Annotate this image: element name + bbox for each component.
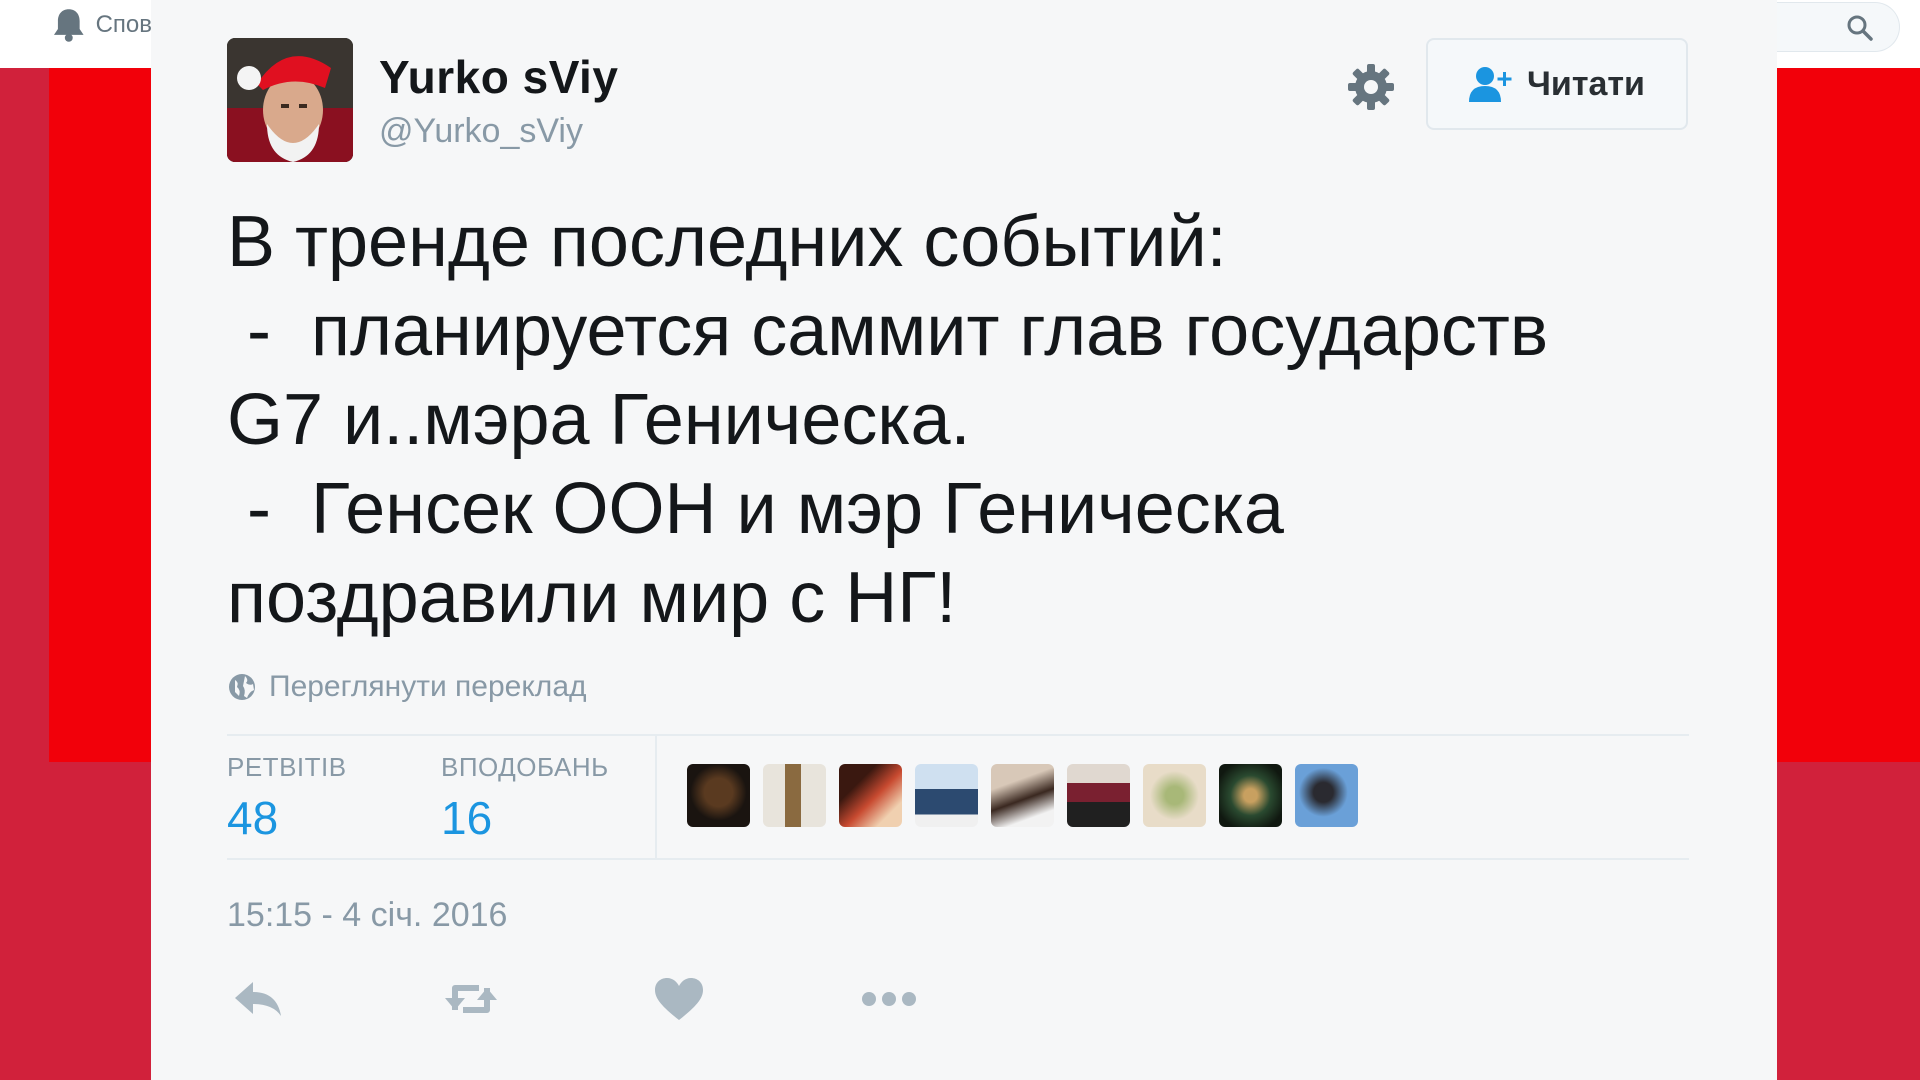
tweet-actions [231,974,951,1024]
likes-label: ВПОДОБАНЬ [441,752,609,782]
user-avatar[interactable] [227,38,353,162]
retweet-icon[interactable] [443,974,499,1024]
liker-avatar[interactable] [1295,764,1358,827]
likes-count: 16 [441,792,493,844]
background-banner-left-lower [49,762,151,1080]
view-translation-label: Переглянути переклад [269,670,587,703]
liker-avatar[interactable] [1143,764,1206,827]
follow-button[interactable]: Читати [1426,38,1688,130]
avatar-image [227,38,353,162]
notifications-nav-item[interactable]: Спов [52,8,152,42]
liker-avatar[interactable] [763,764,826,827]
liker-avatar[interactable] [687,764,750,827]
likes-stat[interactable]: ВПОДОБАНЬ 16 [441,752,609,845]
liker-avatar[interactable] [839,764,902,827]
liker-avatar[interactable] [915,764,978,827]
retweets-count: 48 [227,792,279,844]
bell-icon [53,9,84,42]
background-banner-right [1777,68,1920,762]
follow-button-label: Читати [1527,64,1645,103]
background-banner-left [49,68,151,762]
heart-icon[interactable] [651,974,707,1024]
search-box[interactable] [1760,2,1900,52]
likers-avatars [687,764,1358,827]
stats-bottom-divider [227,858,1689,860]
retweets-stat[interactable]: РЕТВІТІВ 48 [227,752,347,845]
tweet-timestamp[interactable]: 15:15 - 4 січ. 2016 [227,896,507,935]
liker-avatar[interactable] [1067,764,1130,827]
globe-icon [229,674,255,700]
background-banner-right-lower [1777,762,1920,1080]
tweet-text: В тренде последних событий: - планируетс… [227,202,1549,638]
retweets-label: РЕТВІТІВ [227,752,347,782]
liker-avatar[interactable] [1219,764,1282,827]
stats-top-divider [227,734,1689,736]
tweet-card: Yurko sViy @Yurko_sViy Читати В тренде п… [151,0,1777,1080]
search-icon[interactable] [1847,15,1873,41]
add-user-icon [1469,67,1512,102]
stats-separator [655,736,657,858]
liker-avatar[interactable] [991,764,1054,827]
display-name[interactable]: Yurko sViy [379,50,618,104]
notifications-label: Спов [95,11,152,38]
screen-name[interactable]: @Yurko_sViy [379,112,583,151]
gear-icon[interactable] [1346,62,1396,112]
page: Спов Yurko sViy @Yurko_sViy Читати В тре… [0,0,1920,1080]
view-translation-link[interactable]: Переглянути переклад [227,670,587,704]
background-banner-left-edge [0,68,49,1080]
more-icon[interactable] [859,974,919,1024]
reply-icon[interactable] [231,974,287,1024]
